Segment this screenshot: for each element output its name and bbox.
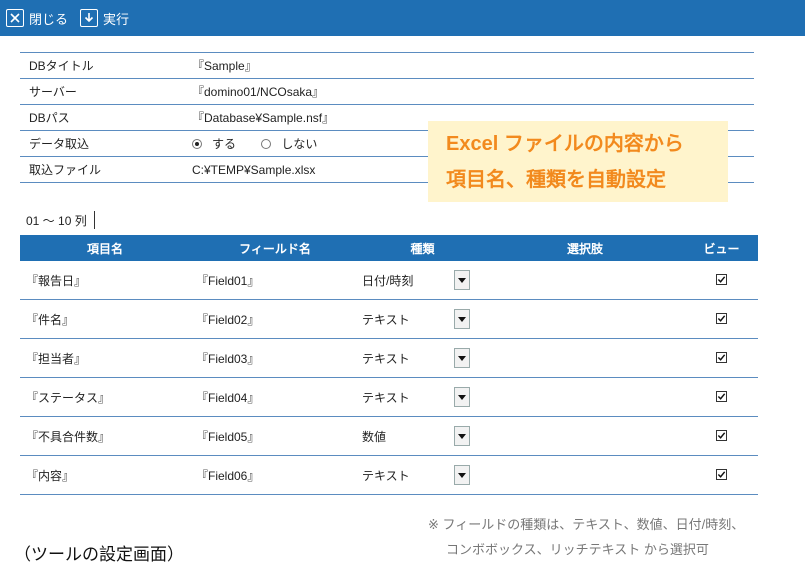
- table-row: 『不具合件数』 『Field05』 数値: [20, 417, 758, 456]
- field-name-cell: 『Field02』: [196, 312, 260, 327]
- type-select-value: テキスト: [362, 468, 410, 483]
- radio-import-yes[interactable]: する: [192, 135, 236, 152]
- close-icon: [6, 9, 24, 27]
- callout-box: Excel ファイルの内容から 項目名、種類を自動設定: [428, 121, 728, 202]
- table-row: 『内容』 『Field06』 テキスト: [20, 456, 758, 495]
- callout-line2: 項目名、種類を自動設定: [446, 169, 666, 191]
- field-grid: 項目名 フィールド名 種類 選択肢 ビュー 『報告日』 『Field01』 日付…: [20, 235, 758, 495]
- radio-import-no[interactable]: しない: [261, 135, 317, 152]
- note-line2: コンボボックス、リッチテキスト から選択可: [446, 542, 709, 557]
- view-checkbox[interactable]: [716, 352, 727, 363]
- field-name-cell: 『Field05』: [196, 429, 260, 444]
- field-name-cell: 『Field01』: [196, 273, 260, 288]
- run-label: 実行: [103, 11, 130, 27]
- checkmark-icon: [717, 471, 726, 478]
- type-select[interactable]: テキスト: [362, 347, 470, 369]
- table-row: 『ステータス』 『Field04』 テキスト: [20, 378, 758, 417]
- type-cell: テキスト: [360, 386, 485, 408]
- info-row-db-title: DBタイトル 『Sample』: [20, 53, 754, 79]
- item-name-cell: 『ステータス』: [26, 390, 111, 405]
- item-name-cell: 『報告日』: [26, 273, 87, 288]
- column-range: 01 ～ 10 列: [26, 211, 95, 229]
- header-choices: 選択肢: [566, 241, 603, 256]
- type-cell: テキスト: [360, 308, 485, 330]
- view-cell: [685, 312, 758, 326]
- view-checkbox[interactable]: [716, 391, 727, 402]
- header-view: ビュー: [703, 241, 740, 256]
- info-label: 取込ファイル: [29, 163, 102, 177]
- item-name-cell: 『件名』: [26, 312, 75, 327]
- type-note: ※ フィールドの種類は、テキスト、数値、日付/時刻、 コンボボックス、リッチテキ…: [428, 512, 744, 562]
- type-select-value: テキスト: [362, 312, 410, 327]
- note-line1: ※ フィールドの種類は、テキスト、数値、日付/時刻、: [428, 517, 745, 532]
- type-cell: テキスト: [360, 347, 485, 369]
- checkmark-icon: [717, 276, 726, 283]
- run-button[interactable]: 実行: [80, 9, 129, 28]
- header-item-name: 項目名: [86, 241, 123, 256]
- column-range-label: 01 ～ 10 列: [26, 213, 87, 228]
- view-cell: [685, 351, 758, 365]
- field-name-cell: 『Field03』: [196, 351, 260, 366]
- type-select-value: テキスト: [362, 390, 410, 405]
- type-select[interactable]: テキスト: [362, 308, 470, 330]
- view-checkbox[interactable]: [716, 469, 727, 480]
- view-checkbox[interactable]: [716, 274, 727, 285]
- chevron-down-icon[interactable]: [454, 309, 470, 329]
- chevron-down-icon[interactable]: [454, 387, 470, 407]
- view-cell: [685, 273, 758, 287]
- checkmark-icon: [717, 432, 726, 439]
- view-checkbox[interactable]: [716, 313, 727, 324]
- type-select[interactable]: テキスト: [362, 386, 470, 408]
- type-select[interactable]: 数値: [362, 425, 470, 447]
- type-cell: テキスト: [360, 464, 485, 486]
- item-name-cell: 『内容』: [26, 468, 75, 483]
- grid-header: 項目名 フィールド名 種類 選択肢 ビュー: [20, 235, 758, 261]
- type-select[interactable]: 日付/時刻: [362, 269, 470, 291]
- download-arrow-icon: [80, 9, 99, 27]
- view-cell: [685, 429, 758, 443]
- type-select[interactable]: テキスト: [362, 464, 470, 486]
- header-type: 種類: [410, 241, 435, 256]
- view-checkbox[interactable]: [716, 430, 727, 441]
- toolbar: 閉じる 実行: [0, 0, 805, 36]
- type-select-value: 日付/時刻: [362, 273, 414, 288]
- close-label: 閉じる: [29, 11, 69, 27]
- callout-line1: Excel ファイルの内容から: [446, 133, 684, 155]
- radio-unselected-icon: [261, 138, 272, 149]
- chevron-down-icon[interactable]: [454, 426, 470, 446]
- header-field-name: フィールド名: [239, 241, 311, 256]
- checkmark-icon: [717, 315, 726, 322]
- view-cell: [685, 390, 758, 404]
- type-select-value: 数値: [362, 429, 387, 444]
- type-cell: 日付/時刻: [360, 269, 485, 291]
- table-row: 『報告日』 『Field01』 日付/時刻: [20, 261, 758, 300]
- field-name-cell: 『Field06』: [196, 468, 260, 483]
- info-label: DBタイトル: [29, 59, 94, 73]
- checkmark-icon: [717, 393, 726, 400]
- info-label: DBパス: [29, 111, 70, 125]
- radio-label: する: [212, 137, 237, 151]
- view-cell: [685, 468, 758, 482]
- chevron-down-icon[interactable]: [454, 348, 470, 368]
- info-label: データ取込: [29, 137, 90, 151]
- chevron-down-icon[interactable]: [454, 465, 470, 485]
- screen-caption: （ツールの設定画面）: [14, 545, 184, 564]
- field-name-cell: 『Field04』: [196, 390, 260, 405]
- radio-label: しない: [281, 137, 318, 151]
- type-cell: 数値: [360, 425, 485, 447]
- checkmark-icon: [717, 354, 726, 361]
- radio-selected-icon: [192, 138, 202, 149]
- table-row: 『担当者』 『Field03』 テキスト: [20, 339, 758, 378]
- type-select-value: テキスト: [362, 351, 410, 366]
- info-label: サーバー: [29, 85, 77, 99]
- item-name-cell: 『担当者』: [26, 351, 87, 366]
- table-row: 『件名』 『Field02』 テキスト: [20, 300, 758, 339]
- info-value: 『Sample』: [192, 59, 257, 73]
- range-divider: [93, 211, 95, 229]
- item-name-cell: 『不具合件数』: [26, 429, 111, 444]
- chevron-down-icon[interactable]: [454, 270, 470, 290]
- close-button[interactable]: 閉じる: [6, 9, 68, 28]
- info-row-server: サーバー 『domino01/NCOsaka』: [20, 79, 754, 105]
- info-value: 『domino01/NCOsaka』: [192, 85, 325, 99]
